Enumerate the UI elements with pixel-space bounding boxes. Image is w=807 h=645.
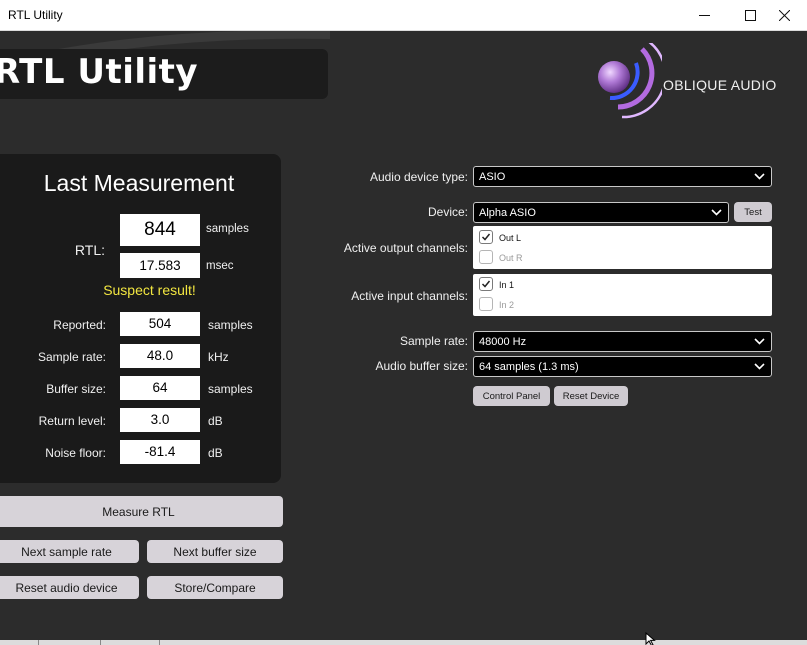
next-buffer-size-button[interactable]: Next buffer size	[147, 540, 283, 563]
next-sample-rate-button[interactable]: Next sample rate	[0, 540, 139, 563]
reported-unit: samples	[208, 318, 253, 332]
minimize-button[interactable]	[681, 0, 727, 31]
oblique-audio-logo-icon	[598, 43, 662, 119]
device-dropdown[interactable]: Alpha ASIO	[473, 202, 729, 223]
sample-rate-setting-label: Sample rate:	[399, 334, 468, 348]
out-l-checkbox[interactable]	[479, 230, 493, 244]
sample-rate-setting-value: 48000 Hz	[479, 335, 527, 348]
app-client-area: RTL Utility OBLIQUE AUDIO Last Measureme…	[0, 31, 807, 645]
check-icon	[481, 280, 491, 288]
reported-label: Reported:	[53, 318, 106, 332]
rtl-samples-value: 844	[120, 214, 200, 246]
device-value: Alpha ASIO	[479, 206, 536, 219]
input-channels-list: In 1 In 2	[473, 274, 772, 316]
active-input-channels-label: Active input channels:	[351, 289, 468, 303]
device-label: Device:	[427, 205, 468, 219]
last-measurement-panel: Last Measurement RTL: 844 samples 17.583…	[0, 154, 281, 483]
reported-value: 504	[120, 312, 200, 336]
output-channels-list: Out L Out R	[473, 226, 772, 269]
audio-device-type-value: ASIO	[479, 170, 506, 183]
sample-rate-label: Sample rate:	[37, 350, 106, 364]
maximize-icon	[744, 10, 756, 21]
measure-rtl-button[interactable]: Measure RTL	[0, 496, 283, 527]
return-level-label: Return level:	[38, 414, 106, 428]
audio-buffer-size-label: Audio buffer size:	[375, 359, 468, 373]
sample-rate-unit: kHz	[208, 350, 229, 364]
brand-name: OBLIQUE AUDIO	[663, 77, 777, 93]
title-bar: RTL Utility	[0, 0, 807, 31]
in-1-checkbox[interactable]	[479, 277, 493, 291]
noise-floor-unit: dB	[208, 446, 223, 460]
audio-buffer-size-dropdown[interactable]: 64 samples (1.3 ms)	[473, 356, 772, 377]
control-panel-button[interactable]: Control Panel	[473, 386, 550, 406]
chevron-down-icon	[754, 363, 765, 370]
out-l-label: Out L	[499, 233, 522, 243]
check-icon	[481, 233, 491, 241]
panel-title: Last Measurement	[43, 170, 235, 196]
audio-device-type-dropdown[interactable]: ASIO	[473, 166, 772, 187]
rtl-label: RTL:	[74, 242, 105, 258]
audio-buffer-size-value: 64 samples (1.3 ms)	[479, 360, 579, 373]
in-2-checkbox[interactable]	[479, 297, 493, 311]
mouse-pointer-icon	[645, 632, 656, 645]
buffer-size-value: 64	[120, 376, 200, 400]
noise-floor-value: -81.4	[120, 440, 200, 464]
return-level-unit: dB	[208, 414, 223, 428]
window-title: RTL Utility	[8, 8, 63, 22]
suspect-result-warning: Suspect result!	[103, 282, 196, 298]
bottom-strip-segment	[38, 640, 100, 645]
chevron-down-icon	[711, 209, 722, 216]
buffer-size-unit: samples	[208, 382, 253, 396]
sample-rate-dropdown[interactable]: 48000 Hz	[473, 331, 772, 352]
close-button[interactable]	[761, 0, 807, 31]
active-output-channels-label: Active output channels:	[343, 241, 468, 255]
in-2-label: In 2	[499, 300, 515, 310]
in-1-label: In 1	[499, 280, 515, 290]
out-r-checkbox[interactable]	[479, 250, 493, 264]
chevron-down-icon	[754, 338, 765, 345]
audio-device-type-label: Audio device type:	[369, 170, 468, 184]
app-banner: RTL Utility	[0, 49, 328, 99]
return-level-value: 3.0	[120, 408, 200, 432]
sample-rate-value: 48.0	[120, 344, 200, 368]
rtl-msec-unit: msec	[206, 260, 234, 272]
noise-floor-label: Noise floor:	[45, 446, 106, 460]
buffer-size-label: Buffer size:	[46, 382, 106, 396]
minimize-icon	[698, 15, 710, 16]
rtl-msec-value: 17.583	[120, 253, 200, 278]
close-icon	[778, 10, 790, 21]
reset-device-button[interactable]: Reset Device	[554, 386, 628, 406]
bottom-strip-segment	[100, 640, 160, 645]
store-compare-button[interactable]: Store/Compare	[147, 576, 283, 599]
reset-audio-device-button[interactable]: Reset audio device	[0, 576, 139, 599]
rtl-samples-unit: samples	[206, 223, 249, 235]
app-banner-title: RTL Utility	[0, 52, 199, 92]
bottom-strip	[0, 640, 807, 645]
test-button[interactable]: Test	[734, 202, 772, 222]
chevron-down-icon	[754, 173, 765, 180]
out-r-label: Out R	[499, 253, 523, 263]
